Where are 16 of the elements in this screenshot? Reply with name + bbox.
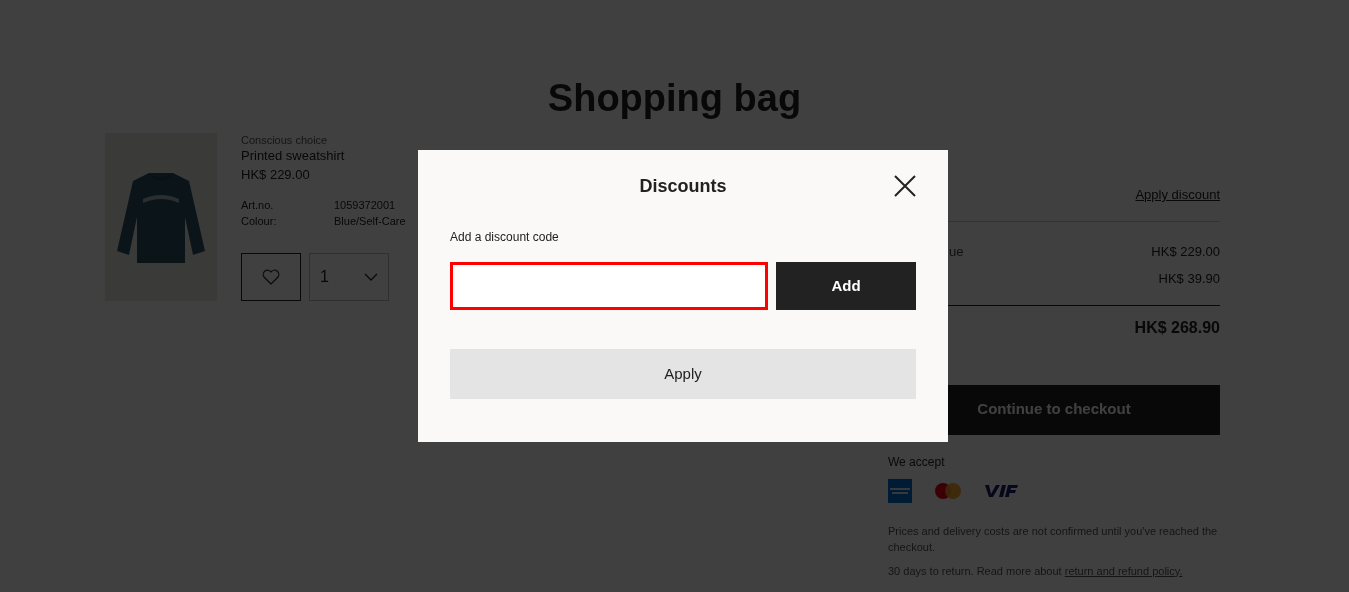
apply-button[interactable]: Apply	[450, 349, 916, 399]
product-name: Printed sweatshirt	[241, 147, 346, 165]
close-icon[interactable]	[894, 175, 916, 197]
discount-code-field[interactable]	[450, 262, 768, 310]
detail-value: Blue/Self-Care	[334, 214, 406, 229]
summary-value: HK$ 229.00	[1151, 242, 1220, 259]
we-accept-label: We accept	[888, 453, 946, 471]
summary-value: HK$ 39.90	[1158, 269, 1220, 286]
field-label: Add a discount code	[450, 229, 560, 246]
page-title: Shopping bag	[547, 76, 802, 121]
detail-value: 1059372001	[334, 198, 396, 213]
product-price: HK$ 229.00	[241, 166, 311, 184]
detail-label: Art.no.	[241, 198, 275, 213]
add-button[interactable]: Add	[776, 262, 916, 310]
dialog-title: Discounts	[639, 174, 727, 198]
order-total: HK$ 268.90	[1134, 317, 1220, 338]
